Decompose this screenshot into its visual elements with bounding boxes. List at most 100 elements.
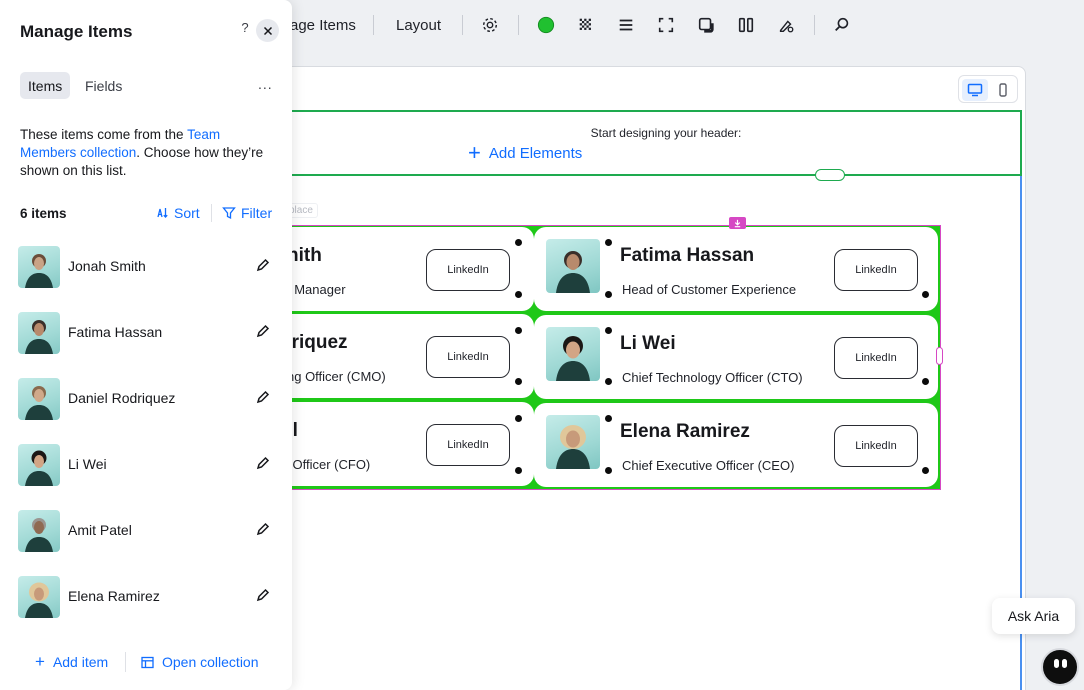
items-count: 6 items xyxy=(20,206,67,221)
list-item[interactable]: Jonah Smith xyxy=(8,239,284,295)
page-header-section[interactable]: Start designing your header: + Add Eleme… xyxy=(270,110,1022,176)
selection-dot xyxy=(605,327,612,334)
shadow-icon[interactable] xyxy=(695,14,717,36)
add-elements-button[interactable]: + Add Elements xyxy=(468,142,583,164)
linkedin-button[interactable]: LinkedIn xyxy=(834,337,918,379)
toolbar-divider xyxy=(373,15,374,35)
columns-icon[interactable] xyxy=(735,14,757,36)
download-icon xyxy=(734,219,741,227)
pencil-icon[interactable] xyxy=(256,588,270,602)
item-name: Daniel Rodriquez xyxy=(68,390,176,406)
selection-dot xyxy=(605,415,612,422)
member-photo xyxy=(546,415,600,469)
toolbar-divider xyxy=(814,15,815,35)
design-icon[interactable] xyxy=(775,14,797,36)
card-name: Fatima Hassan xyxy=(620,245,755,266)
selection-dot xyxy=(515,415,522,422)
member-avatar xyxy=(18,510,60,552)
plus-icon: + xyxy=(35,652,45,671)
team-card[interactable]: nith t Manager LinkedIn xyxy=(270,227,534,311)
pencil-icon[interactable] xyxy=(256,258,270,272)
layout-button[interactable]: Layout xyxy=(396,17,441,34)
repeater-side-handle[interactable] xyxy=(936,347,943,365)
repeater-top-handle[interactable] xyxy=(729,217,746,229)
color-dot-icon[interactable] xyxy=(535,14,557,36)
list-item[interactable]: Li Wei xyxy=(8,437,284,493)
selection-dot xyxy=(922,291,929,298)
open-collection-label: Open collection xyxy=(162,654,259,670)
manage-items-panel: Manage Items ? Items Fields ... These it… xyxy=(0,0,292,690)
mobile-view-icon[interactable] xyxy=(990,79,1016,101)
aria-assistant-icon[interactable] xyxy=(1041,648,1079,686)
search-icon[interactable] xyxy=(831,14,853,36)
close-button[interactable] xyxy=(256,19,279,42)
table-icon xyxy=(141,656,154,668)
item-name: Amit Patel xyxy=(68,522,132,538)
selection-dot xyxy=(605,467,612,474)
pencil-icon[interactable] xyxy=(256,390,270,404)
stretch-icon[interactable] xyxy=(655,14,677,36)
card-role: l Officer (CFO) xyxy=(286,457,371,472)
sort-button[interactable]: Sort xyxy=(155,205,200,221)
linkedin-button[interactable]: LinkedIn xyxy=(426,336,510,378)
toolbar-divider xyxy=(462,15,463,35)
ask-aria-button[interactable]: Ask Aria xyxy=(992,598,1075,634)
list-item[interactable]: Daniel Rodriquez xyxy=(8,371,284,427)
selection-dot xyxy=(605,378,612,385)
team-card[interactable]: Elena Ramirez Chief Executive Officer (C… xyxy=(534,403,938,487)
add-elements-label: Add Elements xyxy=(488,144,583,162)
linkedin-button[interactable]: LinkedIn xyxy=(834,425,918,467)
more-options-icon[interactable]: ... xyxy=(258,76,273,92)
item-name: Jonah Smith xyxy=(68,258,146,274)
team-card[interactable]: Fatima Hassan Head of Customer Experienc… xyxy=(534,227,938,311)
pencil-icon[interactable] xyxy=(256,522,270,536)
page-name-label[interactable]: age Items xyxy=(290,17,356,34)
selection-dot xyxy=(515,378,522,385)
selection-dot xyxy=(922,378,929,385)
team-card[interactable]: el l Officer (CFO) LinkedIn xyxy=(270,402,534,486)
tab-items[interactable]: Items xyxy=(20,72,71,99)
card-name: Li Wei xyxy=(620,333,676,354)
help-icon[interactable]: ? xyxy=(238,20,252,35)
header-hint-text: Start designing your header: xyxy=(590,126,742,140)
selection-dot xyxy=(515,239,522,246)
pencil-icon[interactable] xyxy=(256,456,270,470)
settings-gear-icon[interactable] xyxy=(479,14,501,36)
team-card[interactable]: driquez ng Officer (CMO) LinkedIn xyxy=(270,314,534,398)
member-avatar xyxy=(18,576,60,618)
member-photo xyxy=(546,327,600,381)
pencil-icon[interactable] xyxy=(256,324,270,338)
card-name: Elena Ramirez xyxy=(620,421,750,442)
footer-divider xyxy=(125,652,126,672)
member-avatar xyxy=(18,378,60,420)
close-icon xyxy=(263,26,272,35)
pattern-icon[interactable] xyxy=(575,14,597,36)
selection-dot xyxy=(515,467,522,474)
card-role: Chief Technology Officer (CTO) xyxy=(622,370,803,385)
left-card-column: nith t Manager LinkedIn driquez ng Offic… xyxy=(270,225,534,490)
sort-icon xyxy=(157,208,168,218)
linkedin-button[interactable]: LinkedIn xyxy=(834,249,918,291)
header-resize-handle[interactable] xyxy=(815,169,845,181)
add-item-label: Add item xyxy=(52,654,109,670)
linkedin-button[interactable]: LinkedIn xyxy=(426,249,510,291)
toolbar-divider xyxy=(211,204,212,222)
list-item[interactable]: Amit Patel xyxy=(8,503,284,559)
desktop-view-icon[interactable] xyxy=(962,79,988,101)
device-switcher xyxy=(958,75,1018,103)
filter-button[interactable]: Filter xyxy=(222,205,272,221)
card-role: Chief Executive Officer (CEO) xyxy=(622,458,795,473)
card-role: Head of Customer Experience xyxy=(622,282,797,297)
team-card[interactable]: Li Wei Chief Technology Officer (CTO) Li… xyxy=(534,315,938,399)
list-item[interactable]: Elena Ramirez xyxy=(8,569,284,625)
item-name: Elena Ramirez xyxy=(68,588,160,604)
tab-fields[interactable]: Fields xyxy=(77,72,130,99)
item-name: Fatima Hassan xyxy=(68,324,163,340)
align-icon[interactable] xyxy=(615,14,637,36)
list-item[interactable]: Fatima Hassan xyxy=(8,305,284,361)
open-collection-button[interactable]: Open collection xyxy=(141,654,259,670)
add-item-button[interactable]: + Add item xyxy=(35,652,109,671)
selection-dot xyxy=(515,291,522,298)
filter-label: Filter xyxy=(241,205,273,221)
linkedin-button[interactable]: LinkedIn xyxy=(426,424,510,466)
